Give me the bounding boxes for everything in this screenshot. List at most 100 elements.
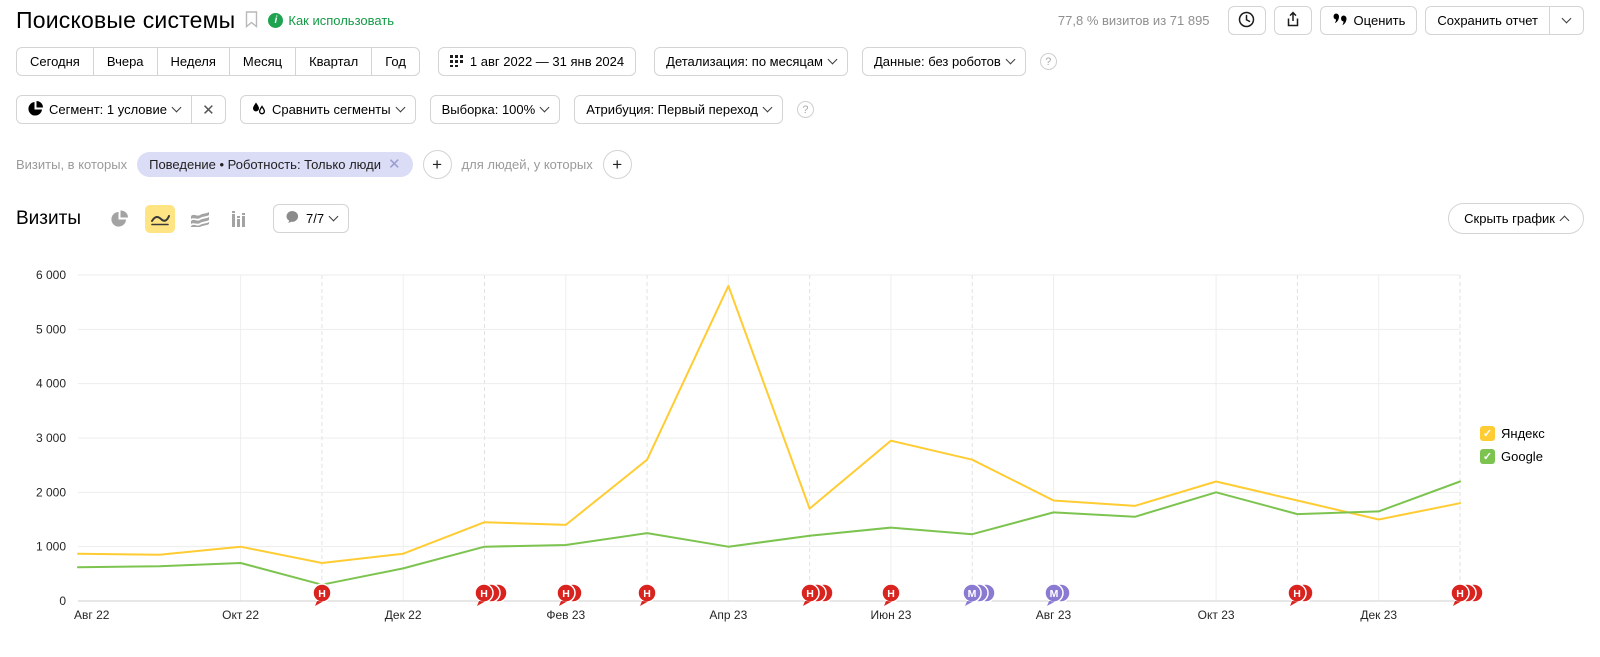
save-report-button[interactable]: Сохранить отчет: [1425, 6, 1550, 35]
svg-text:5 000: 5 000: [36, 322, 66, 336]
svg-text:4 000: 4 000: [36, 377, 66, 391]
data-label: Данные: без роботов: [874, 54, 1001, 69]
period-tab-week[interactable]: Неделя: [156, 47, 230, 76]
add-people-condition-button[interactable]: +: [602, 150, 632, 179]
svg-text:Июн 23: Июн 23: [870, 608, 911, 622]
report-header: Поисковые системы i Как использовать 77,…: [16, 6, 1584, 35]
legend-label: Яндекс: [1501, 426, 1545, 441]
metric-title: Визиты: [16, 207, 81, 229]
chip-label: Поведение • Роботность: Только люди: [149, 157, 381, 172]
annotations-dropdown[interactable]: 7/7: [272, 204, 350, 233]
annotations-count: 7/7: [305, 211, 325, 226]
date-range-button[interactable]: 1 авг 2022 — 31 янв 2024: [437, 47, 637, 76]
how-to-use-link[interactable]: i Как использовать: [268, 13, 394, 28]
info-icon: i: [268, 13, 284, 28]
annotation-marker[interactable]: Н: [312, 582, 332, 609]
annotation-marker[interactable]: Н: [881, 582, 901, 609]
save-report-menu-button[interactable]: [1550, 6, 1584, 35]
annotation-marker[interactable]: Н: [799, 582, 834, 609]
legend-checkbox[interactable]: ✓: [1480, 449, 1495, 464]
save-report-label: Сохранить отчет: [1437, 13, 1538, 28]
svg-text:3 000: 3 000: [36, 431, 66, 445]
segment-dropdown[interactable]: Сегмент: 1 условие: [16, 95, 192, 124]
chart-controls-row: Визиты 7/7 Скрыть график: [16, 203, 1584, 234]
period-tab-today[interactable]: Сегодня: [16, 47, 94, 76]
period-tab-yesterday[interactable]: Вчера: [92, 47, 158, 76]
visits-in-which-label: Визиты, в которых: [16, 157, 128, 172]
speech-bubble-icon: [285, 210, 300, 227]
feedback-quotes-icon: [1332, 12, 1348, 29]
data-dropdown[interactable]: Данные: без роботов: [862, 47, 1026, 76]
chevron-down-icon: [328, 211, 339, 222]
legend-item[interactable]: ✓ Google: [1480, 449, 1545, 464]
svg-text:Окт 22: Окт 22: [222, 608, 259, 622]
hide-chart-button[interactable]: Скрыть график: [1448, 203, 1584, 234]
svg-text:Дек 23: Дек 23: [1360, 608, 1397, 622]
segment-group: Сегмент: 1 условие ✕: [16, 95, 226, 124]
annotation-marker[interactable]: Н: [1287, 582, 1315, 609]
annotation-marker[interactable]: М: [1043, 582, 1071, 609]
compare-segments-dropdown[interactable]: Сравнить сегменты: [239, 95, 416, 124]
svg-text:М: М: [968, 588, 977, 600]
svg-text:Н: Н: [481, 588, 489, 600]
legend-checkbox[interactable]: ✓: [1480, 426, 1495, 441]
attribution-dropdown[interactable]: Атрибуция: Первый переход: [574, 95, 783, 124]
annotation-marker[interactable]: М: [962, 582, 996, 609]
svg-text:Авг 22: Авг 22: [74, 608, 110, 622]
svg-text:Н: Н: [887, 588, 895, 600]
segment-filter-row: Сегмент: 1 условие ✕ Сравнить сегменты В…: [16, 95, 1584, 124]
segment-label: Сегмент: 1 условие: [49, 102, 167, 117]
attribution-label: Атрибуция: Первый переход: [586, 102, 758, 117]
annotation-marker[interactable]: Н: [556, 582, 583, 609]
chevron-down-icon: [171, 102, 182, 113]
svg-text:Н: Н: [806, 588, 814, 600]
add-visit-condition-button[interactable]: +: [422, 150, 452, 179]
bookmark-icon[interactable]: [245, 10, 258, 31]
pie-chart-type-icon[interactable]: [105, 205, 135, 233]
chevron-up-icon: [1559, 215, 1570, 226]
export-button[interactable]: [1273, 6, 1312, 35]
svg-text:Авг 23: Авг 23: [1036, 608, 1072, 622]
period-filter-row: Сегодня Вчера Неделя Месяц Квартал Год 1…: [16, 47, 1584, 76]
period-tab-month[interactable]: Месяц: [228, 47, 297, 76]
period-tab-year[interactable]: Год: [371, 47, 420, 76]
chevron-down-icon: [1005, 54, 1016, 65]
date-range-label: 1 авг 2022 — 31 янв 2024: [469, 54, 625, 69]
svg-text:Н: Н: [562, 588, 570, 600]
close-icon[interactable]: ✕: [388, 157, 401, 172]
sample-dropdown[interactable]: Выборка: 100%: [429, 95, 561, 124]
how-to-use-label: Как использовать: [288, 13, 395, 28]
annotation-marker[interactable]: Н: [637, 582, 657, 609]
svg-text:6 000: 6 000: [36, 268, 66, 282]
annotation-marker[interactable]: Н: [1450, 582, 1484, 609]
share-icon: [1285, 11, 1301, 31]
segment-conditions-row: Визиты, в которых Поведение • Роботность…: [16, 150, 1584, 179]
chevron-down-icon: [539, 102, 550, 113]
droplets-icon: [252, 101, 266, 119]
bar-chart-type-icon[interactable]: [225, 205, 255, 233]
calendar-grid-icon: [449, 54, 464, 70]
segment-clear-button[interactable]: ✕: [191, 95, 226, 124]
page-title: Поисковые системы: [16, 7, 236, 33]
line-chart-type-icon[interactable]: [144, 204, 175, 233]
chevron-down-icon: [395, 102, 406, 113]
legend-label: Google: [1501, 449, 1543, 464]
stacked-area-chart-type-icon[interactable]: [185, 205, 215, 233]
help-icon[interactable]: ?: [796, 101, 814, 118]
history-button[interactable]: [1227, 6, 1266, 35]
svg-text:0: 0: [59, 594, 66, 608]
visits-summary: 77,8 % визитов из 71 895: [1057, 13, 1210, 28]
segment-condition-chip[interactable]: Поведение • Роботность: Только люди ✕: [137, 152, 413, 177]
detail-dropdown[interactable]: Детализация: по месяцам: [654, 47, 848, 76]
period-tab-quarter[interactable]: Квартал: [295, 47, 373, 76]
legend-item[interactable]: ✓ Яндекс: [1480, 426, 1545, 441]
svg-text:Дек 22: Дек 22: [385, 608, 422, 622]
svg-text:Фев 23: Фев 23: [546, 608, 585, 622]
hide-chart-label: Скрыть график: [1464, 211, 1555, 226]
svg-text:М: М: [1049, 588, 1058, 600]
rate-label: Оценить: [1353, 13, 1406, 28]
chevron-down-icon: [762, 102, 773, 113]
annotation-marker[interactable]: Н: [474, 582, 509, 609]
help-icon[interactable]: ?: [1039, 53, 1057, 70]
rate-button[interactable]: Оценить: [1319, 6, 1418, 35]
